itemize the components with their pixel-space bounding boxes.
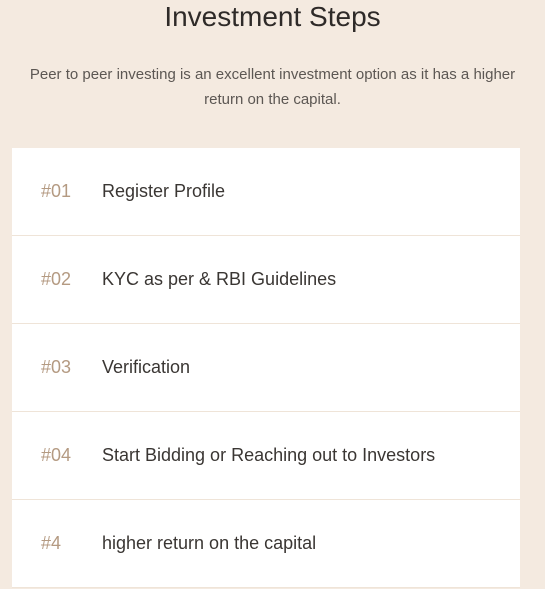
step-item-2: #02 KYC as per & RBI Guidelines	[12, 236, 520, 324]
step-label: KYC as per & RBI Guidelines	[102, 269, 337, 289]
step-number: #03	[41, 357, 72, 377]
step-label: Verification	[102, 357, 191, 377]
steps-list: #01 Register Profile #02 KYC as per & RB…	[12, 148, 520, 588]
step-item-5: #4 higher return on the capital	[12, 500, 520, 588]
page-subtitle-line-2: return on the capital.	[204, 91, 341, 108]
step-item-3: #03 Verification	[12, 324, 520, 412]
step-number: #01	[41, 181, 72, 201]
step-number: #04	[41, 445, 72, 465]
page-subtitle: Peer to peer investing is an excellent i…	[0, 62, 545, 112]
step-number: #4	[41, 533, 62, 553]
step-label: Start Bidding or Reaching out to Investo…	[102, 445, 436, 465]
step-number: #02	[41, 269, 72, 289]
step-label: higher return on the capital	[102, 533, 317, 553]
page-title: Investment Steps	[164, 1, 381, 32]
step-item-4: #04 Start Bidding or Reaching out to Inv…	[12, 412, 520, 500]
step-label: Register Profile	[102, 181, 226, 201]
page-subtitle-line-1: Peer to peer investing is an excellent i…	[29, 66, 516, 83]
step-item-1: #01 Register Profile	[12, 148, 520, 236]
